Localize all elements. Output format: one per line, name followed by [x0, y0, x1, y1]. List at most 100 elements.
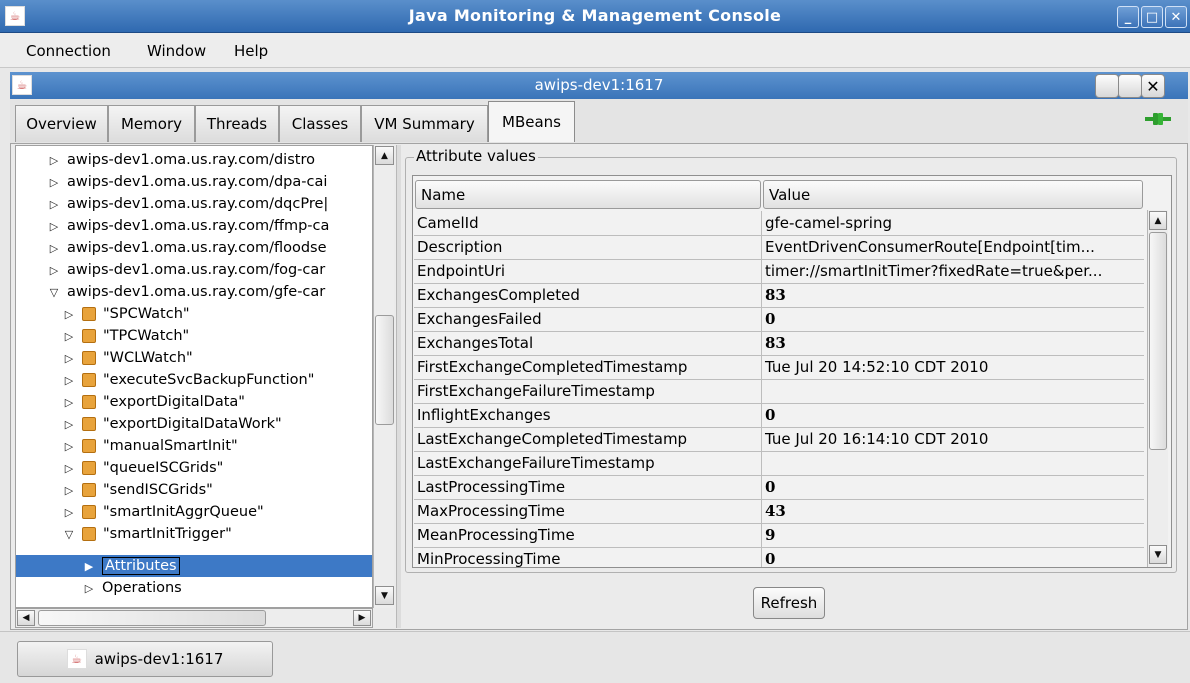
expand-arrow-icon[interactable]: ▷ — [47, 220, 61, 233]
attr-value[interactable]: EventDrivenConsumerRoute[Endpoint[tim... — [762, 235, 1144, 259]
attr-value[interactable]: 0 — [762, 307, 1144, 331]
tree-item[interactable]: ▷ "smartInitAggrQueue" — [62, 501, 264, 523]
table-row[interactable]: MinProcessingTime 0 — [414, 547, 1144, 567]
table-row[interactable]: ExchangesTotal 83 — [414, 331, 1144, 356]
attr-value[interactable]: 0 — [762, 403, 1144, 427]
minimize-button[interactable]: _ — [1117, 6, 1139, 28]
frame-iconify-button[interactable] — [1095, 74, 1119, 98]
table-row[interactable]: CamelId gfe-camel-spring — [414, 211, 1144, 236]
close-button[interactable]: ✕ — [1165, 6, 1187, 28]
tree-item[interactable]: ▷ "sendISCGrids" — [62, 479, 213, 501]
expand-arrow-icon[interactable]: ▷ — [62, 374, 76, 387]
tree-item[interactable]: ▷ awips-dev1.oma.us.ray.com/ffmp-ca — [47, 215, 330, 237]
expand-arrow-icon[interactable]: ▷ — [62, 396, 76, 409]
tab-mbeans[interactable]: MBeans — [488, 101, 575, 142]
expand-arrow-icon[interactable]: ▷ — [62, 330, 76, 343]
table-vertical-scrollbar[interactable]: ▲ ▼ — [1147, 210, 1168, 567]
refresh-button[interactable]: Refresh — [753, 587, 825, 619]
expand-arrow-icon[interactable]: ▷ — [62, 462, 76, 475]
tree-item[interactable]: ▷ "WCLWatch" — [62, 347, 193, 369]
expand-arrow-icon[interactable]: ▷ — [47, 264, 61, 277]
scroll-down-button[interactable]: ▼ — [375, 586, 394, 605]
expand-arrow-icon[interactable]: ▷ — [62, 440, 76, 453]
mbean-tree[interactable]: ▷ awips-dev1.oma.us.ray.com/distro ▷ awips… — [15, 145, 373, 608]
tab-vm-summary[interactable]: VM Summary — [361, 105, 488, 142]
table-row[interactable]: ExchangesFailed 0 — [414, 307, 1144, 332]
scroll-thumb[interactable] — [38, 610, 266, 626]
expand-arrow-icon[interactable]: ▷ — [62, 484, 76, 497]
taskbar-item[interactable]: ☕ awips-dev1:1617 — [17, 641, 273, 677]
table-row[interactable]: FirstExchangeCompletedTimestamp Tue Jul 2… — [414, 355, 1144, 380]
table-row[interactable]: EndpointUri timer://smartInitTimer?fixedR… — [414, 259, 1144, 284]
table-row[interactable]: LastExchangeFailureTimestamp — [414, 451, 1144, 476]
menu-help[interactable]: Help — [234, 42, 268, 60]
menu-window[interactable]: Window — [147, 42, 206, 60]
attr-value[interactable]: 83 — [762, 331, 1144, 355]
collapse-arrow-icon[interactable]: ▽ — [47, 286, 61, 299]
expand-arrow-icon[interactable]: ▷ — [62, 506, 76, 519]
attr-value[interactable]: Tue Jul 20 16:14:10 CDT 2010 — [762, 427, 1144, 451]
tree-item[interactable]: ▷ awips-dev1.oma.us.ray.com/dqcPre| — [47, 193, 329, 215]
tab-classes[interactable]: Classes — [279, 105, 361, 142]
tree-item[interactable]: ▽ "smartInitTrigger" — [62, 523, 232, 545]
tree-item[interactable]: ▷ "exportDigitalData" — [62, 391, 245, 413]
frame-maximize-button[interactable] — [1118, 74, 1142, 98]
table-row[interactable]: LastProcessingTime 0 — [414, 475, 1144, 500]
tree-item-operations[interactable]: ▷ Operations — [82, 577, 182, 599]
collapse-arrow-icon[interactable]: ▽ — [62, 528, 76, 541]
scroll-thumb[interactable] — [1149, 232, 1167, 450]
tab-threads[interactable]: Threads — [195, 105, 279, 142]
column-header-value[interactable]: Value — [763, 180, 1143, 209]
attr-value[interactable]: 9 — [762, 523, 1144, 547]
table-row[interactable]: LastExchangeCompletedTimestamp Tue Jul 20… — [414, 427, 1144, 452]
menu-connection[interactable]: Connection — [26, 42, 111, 60]
tree-vertical-scrollbar[interactable]: ▲ ▼ — [373, 145, 394, 608]
attr-value[interactable] — [762, 379, 1144, 403]
expand-arrow-icon[interactable]: ▷ — [47, 242, 61, 255]
expand-arrow-icon[interactable]: ▷ — [47, 154, 61, 167]
frame-close-button[interactable]: ✕ — [1141, 74, 1165, 98]
attr-value[interactable]: timer://smartInitTimer?fixedRate=true&pe… — [762, 259, 1144, 283]
expand-arrow-icon[interactable]: ▷ — [82, 582, 96, 595]
scroll-right-button[interactable]: ▶ — [353, 610, 371, 626]
tree-item[interactable]: ▷ awips-dev1.oma.us.ray.com/dpa-cai — [47, 171, 328, 193]
maximize-button[interactable]: □ — [1141, 6, 1163, 28]
tree-item[interactable]: ▷ "SPCWatch" — [62, 303, 190, 325]
tree-item[interactable]: ▷ "manualSmartInit" — [62, 435, 238, 457]
scroll-thumb[interactable] — [375, 315, 394, 425]
attr-value[interactable]: 0 — [762, 475, 1144, 499]
expand-arrow-icon[interactable]: ▷ — [62, 308, 76, 321]
scroll-left-button[interactable]: ◀ — [17, 610, 35, 626]
tree-item[interactable]: ▷ "queueISCGrids" — [62, 457, 224, 479]
tree-item[interactable]: ▽ awips-dev1.oma.us.ray.com/gfe-car — [47, 281, 326, 303]
attr-value[interactable] — [762, 451, 1144, 475]
tree-item-attributes[interactable]: ▶ Attributes — [16, 555, 372, 577]
expand-arrow-icon[interactable]: ▷ — [47, 176, 61, 189]
tree-item[interactable]: ▷ "exportDigitalDataWork" — [62, 413, 282, 435]
expand-arrow-icon[interactable]: ▷ — [62, 418, 76, 431]
attr-value[interactable]: 43 — [762, 499, 1144, 523]
table-row[interactable]: MeanProcessingTime 9 — [414, 523, 1144, 548]
table-row[interactable]: MaxProcessingTime 43 — [414, 499, 1144, 524]
attr-value[interactable]: gfe-camel-spring — [762, 211, 1144, 235]
tab-memory[interactable]: Memory — [108, 105, 195, 142]
table-row[interactable]: ExchangesCompleted 83 — [414, 283, 1144, 308]
scroll-up-button[interactable]: ▲ — [1149, 211, 1167, 230]
attr-value[interactable]: 83 — [762, 283, 1144, 307]
scroll-down-button[interactable]: ▼ — [1149, 545, 1167, 564]
table-row[interactable]: FirstExchangeFailureTimestamp — [414, 379, 1144, 404]
tab-overview[interactable]: Overview — [15, 105, 108, 142]
split-pane-divider[interactable] — [396, 145, 401, 628]
expand-arrow-icon[interactable]: ▷ — [62, 352, 76, 365]
window-titlebar[interactable]: ☕ Java Monitoring & Management Console _… — [0, 0, 1190, 33]
scroll-up-button[interactable]: ▲ — [375, 146, 394, 165]
tree-item[interactable]: ▷ awips-dev1.oma.us.ray.com/floodse — [47, 237, 327, 259]
tree-item[interactable]: ▷ awips-dev1.oma.us.ray.com/distro — [47, 149, 315, 171]
table-row[interactable]: InflightExchanges 0 — [414, 403, 1144, 428]
column-header-name[interactable]: Name — [415, 180, 761, 209]
tree-item[interactable]: ▷ "TPCWatch" — [62, 325, 189, 347]
tree-horizontal-scrollbar[interactable]: ◀ ▶ — [15, 608, 373, 628]
expand-arrow-icon[interactable]: ▶ — [82, 560, 96, 573]
table-row[interactable]: Description EventDrivenConsumerRoute[Endp… — [414, 235, 1144, 260]
attr-value[interactable]: 0 — [762, 547, 1144, 567]
